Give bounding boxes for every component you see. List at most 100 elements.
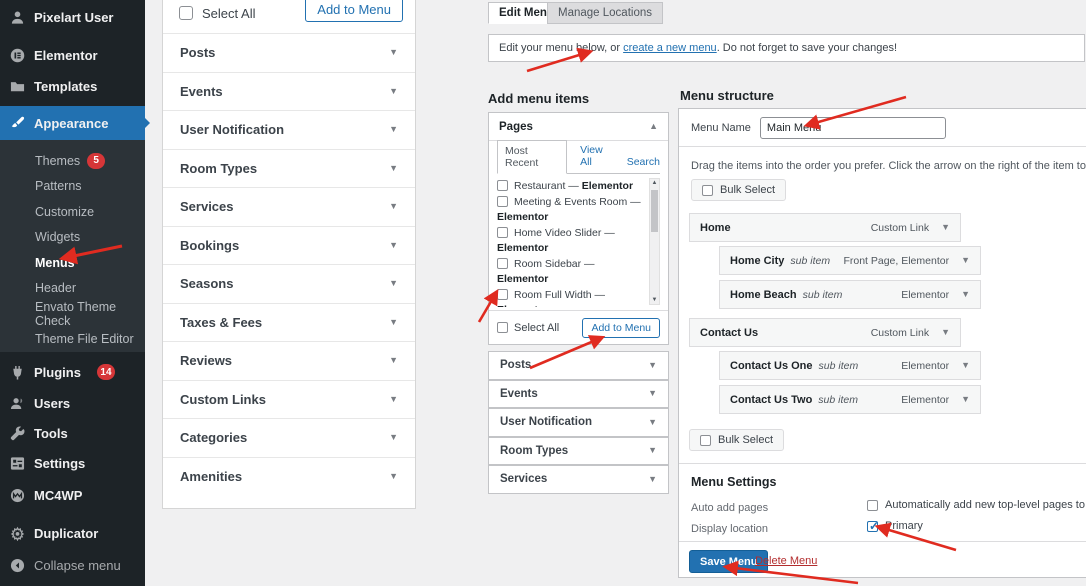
sidebar-item-customize[interactable]: Customize bbox=[0, 199, 145, 225]
menu-item-contact-us-two[interactable]: Contact Us Two sub item Elementor bbox=[719, 385, 981, 414]
tab-view-all[interactable]: View All bbox=[580, 144, 614, 173]
accordion-posts[interactable]: Posts bbox=[488, 351, 669, 380]
accordion-categories[interactable]: Categories bbox=[163, 418, 415, 457]
accordion-room-types[interactable]: Room Types bbox=[488, 437, 669, 466]
page-checkbox-item[interactable]: Restaurant — Elementor bbox=[497, 179, 660, 195]
auto-add-checkbox[interactable] bbox=[867, 500, 878, 511]
accordion-custom-links[interactable]: Custom Links bbox=[163, 380, 415, 419]
menu-structure-heading: Menu structure bbox=[680, 88, 774, 103]
sidebar-item-duplicator[interactable]: Duplicator bbox=[0, 518, 145, 548]
item-expand-icon[interactable] bbox=[961, 290, 970, 299]
sidebar-item-plugins[interactable]: Plugins 14 bbox=[0, 357, 145, 387]
menu-structure-card: Menu Name Drag the items into the order … bbox=[678, 108, 1086, 578]
bulk-select-toggle[interactable]: Bulk Select bbox=[689, 429, 784, 451]
sidebar-item-widgets[interactable]: Widgets bbox=[0, 225, 145, 251]
accordion-events[interactable]: Events bbox=[488, 380, 669, 409]
sidebar-item-label: Appearance bbox=[34, 116, 108, 131]
sidebar-item-theme-file-editor[interactable]: Theme File Editor bbox=[0, 327, 145, 353]
accordion-reviews[interactable]: Reviews bbox=[163, 341, 415, 380]
add-to-menu-button[interactable]: Add to Menu bbox=[582, 318, 660, 338]
sidebar-item-templates[interactable]: Templates bbox=[0, 71, 145, 101]
create-new-menu-link[interactable]: create a new menu bbox=[623, 42, 717, 54]
bulk-select-checkbox[interactable] bbox=[700, 435, 711, 446]
menu-item-home-beach[interactable]: Home Beach sub item Elementor bbox=[719, 280, 981, 309]
delete-menu-link[interactable]: Delete Menu bbox=[755, 555, 817, 567]
accordion-user-notification[interactable]: User Notification bbox=[488, 408, 669, 437]
menu-item-home-city[interactable]: Home City sub item Front Page, Elementor bbox=[719, 246, 981, 275]
tab-manage-locations[interactable]: Manage Locations bbox=[547, 2, 663, 24]
sidebar-item-elementor[interactable]: Elementor bbox=[0, 40, 145, 70]
chevron-down-icon bbox=[389, 279, 398, 288]
page-checkbox-item[interactable]: Room Sidebar — Elementor bbox=[497, 257, 660, 288]
scrollbar[interactable]: ▲ ▼ bbox=[649, 178, 660, 305]
settings-icon bbox=[10, 456, 25, 471]
sidebar-item-themes[interactable]: Themes 5 bbox=[0, 148, 145, 174]
accordion-room-types[interactable]: Room Types bbox=[163, 149, 415, 188]
mc4wp-icon bbox=[10, 488, 25, 503]
bulk-select-checkbox[interactable] bbox=[702, 185, 713, 196]
checkbox[interactable] bbox=[497, 196, 508, 207]
auto-add-pages-option[interactable]: Automatically add new top-level pages to… bbox=[867, 499, 1086, 511]
display-location-label: Display location bbox=[691, 523, 768, 535]
sidebar-item-settings[interactable]: Settings bbox=[0, 448, 145, 478]
sidebar-item-mc4wp[interactable]: MC4WP bbox=[0, 480, 145, 510]
user-icon bbox=[10, 10, 25, 25]
accordion-services[interactable]: Services bbox=[488, 465, 669, 494]
pages-metabox-header[interactable]: Pages bbox=[489, 113, 668, 141]
checkbox[interactable] bbox=[497, 258, 508, 269]
add-to-menu-button[interactable]: Add to Menu bbox=[305, 0, 403, 22]
scroll-up-icon[interactable]: ▲ bbox=[650, 180, 659, 186]
sidebar-item-header[interactable]: Header bbox=[0, 276, 145, 302]
scrollbar-thumb[interactable] bbox=[651, 190, 658, 232]
auto-add-pages-label: Auto add pages bbox=[691, 502, 768, 514]
item-expand-icon[interactable] bbox=[961, 395, 970, 404]
menu-item-home[interactable]: Home Custom Link bbox=[689, 213, 961, 242]
accordion-seasons[interactable]: Seasons bbox=[163, 264, 415, 303]
item-expand-icon[interactable] bbox=[961, 361, 970, 370]
display-location-primary-option[interactable]: Primary bbox=[867, 520, 923, 532]
accordion-events[interactable]: Events bbox=[163, 72, 415, 111]
sidebar-item-pixelart-user[interactable]: Pixelart User bbox=[0, 2, 145, 32]
sidebar-item-users[interactable]: Users bbox=[0, 388, 145, 418]
accordion-amenities[interactable]: Amenities bbox=[163, 457, 415, 496]
item-expand-icon[interactable] bbox=[961, 256, 970, 265]
select-all-label: Select All bbox=[202, 6, 255, 21]
appearance-brush-icon bbox=[10, 116, 25, 131]
accordion-posts[interactable]: Posts bbox=[163, 33, 415, 72]
chevron-down-icon bbox=[389, 395, 398, 404]
sidebar-item-menus[interactable]: Menus bbox=[0, 250, 145, 276]
checkbox[interactable] bbox=[497, 289, 508, 300]
page-checkbox-item[interactable]: Home Video Slider — Elementor bbox=[497, 226, 660, 257]
bulk-select-toggle[interactable]: Bulk Select bbox=[691, 179, 786, 201]
menu-item-contact-us-one[interactable]: Contact Us One sub item Elementor bbox=[719, 351, 981, 380]
tab-most-recent[interactable]: Most Recent bbox=[497, 140, 567, 174]
sidebar-item-tools[interactable]: Tools bbox=[0, 418, 145, 448]
checkbox[interactable] bbox=[497, 227, 508, 238]
sidebar-item-patterns[interactable]: Patterns bbox=[0, 174, 145, 200]
select-all-checkbox[interactable] bbox=[179, 6, 193, 20]
scroll-down-icon[interactable]: ▼ bbox=[650, 297, 659, 303]
item-expand-icon[interactable] bbox=[941, 328, 950, 337]
primary-checkbox[interactable] bbox=[867, 521, 878, 532]
accordion-user-notification[interactable]: User Notification bbox=[163, 110, 415, 149]
accordion-bookings[interactable]: Bookings bbox=[163, 226, 415, 265]
sidebar-item-label: Users bbox=[34, 396, 70, 411]
tab-search[interactable]: Search bbox=[627, 156, 660, 173]
chevron-down-icon bbox=[648, 361, 657, 370]
page-checkbox-item[interactable]: Meeting & Events Room — Elementor bbox=[497, 195, 660, 226]
accordion-taxes-fees[interactable]: Taxes & Fees bbox=[163, 303, 415, 342]
checkbox[interactable] bbox=[497, 180, 508, 191]
item-expand-icon[interactable] bbox=[941, 223, 950, 232]
menu-item-contact-us[interactable]: Contact Us Custom Link bbox=[689, 318, 961, 347]
collapse-up-icon bbox=[649, 122, 658, 131]
sidebar-item-collapse-menu[interactable]: Collapse menu bbox=[0, 550, 145, 580]
accordion-services[interactable]: Services bbox=[163, 187, 415, 226]
menu-name-input[interactable] bbox=[760, 117, 946, 139]
edit-menu-notice: Edit your menu below, or create a new me… bbox=[488, 34, 1085, 62]
select-all-checkbox[interactable] bbox=[497, 322, 508, 333]
chevron-down-icon bbox=[648, 389, 657, 398]
page-checkbox-item[interactable]: Room Full Width — Elementor bbox=[497, 288, 660, 308]
sidebar-item-label: Pixelart User bbox=[34, 10, 114, 25]
sidebar-item-envato-theme-check[interactable]: Envato Theme Check bbox=[0, 301, 145, 327]
sidebar-item-appearance[interactable]: Appearance bbox=[0, 106, 145, 140]
